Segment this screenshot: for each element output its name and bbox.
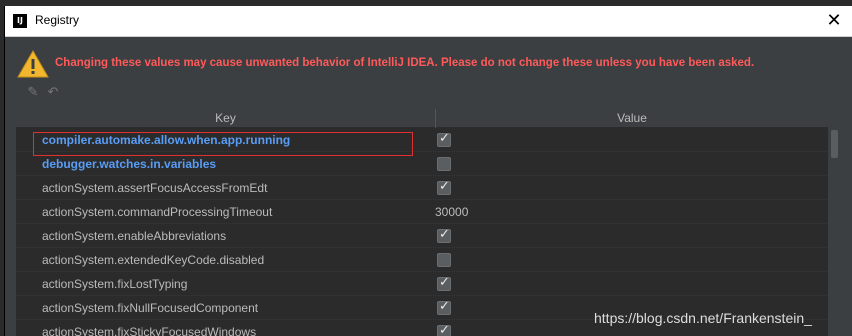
value-checkbox[interactable] — [437, 253, 451, 267]
close-button[interactable]: ✕ — [823, 9, 845, 33]
registry-dialog: IJ Registry ✕ Changing these values may … — [4, 6, 852, 336]
warning-text: Changing these values may cause unwanted… — [55, 57, 755, 69]
table-row[interactable]: debugger.watches.in.variables — [16, 152, 828, 176]
revert-icon[interactable]: ↶ — [45, 85, 61, 101]
value-checkbox[interactable] — [437, 227, 451, 243]
row-key: actionSystem.commandProcessingTimeout — [42, 205, 273, 219]
row-key: actionSystem.assertFocusAccessFromEdt — [42, 181, 268, 195]
column-header-value[interactable]: Value — [436, 109, 828, 128]
row-key: actionSystem.fixStickyFocusedWindows — [42, 325, 257, 336]
value-checkbox[interactable] — [437, 131, 451, 147]
table-row[interactable]: actionSystem.extendedKeyCode.disabled — [16, 248, 828, 272]
row-key: debugger.watches.in.variables — [42, 157, 217, 171]
intellij-app-icon: IJ — [13, 14, 27, 28]
warning-triangle-icon — [17, 50, 49, 78]
value-checkbox[interactable] — [437, 299, 451, 315]
value-checkbox[interactable] — [437, 157, 451, 171]
scrollbar-thumb[interactable] — [831, 130, 838, 158]
table-row[interactable]: actionSystem.fixLostTyping — [16, 272, 828, 296]
column-header-key[interactable]: Key — [16, 109, 436, 128]
value-checkbox[interactable] — [437, 323, 451, 336]
table-row[interactable]: actionSystem.enableAbbreviations — [16, 224, 828, 248]
row-key: actionSystem.fixLostTyping — [42, 277, 188, 291]
row-key: actionSystem.enableAbbreviations — [42, 229, 227, 243]
edit-icon[interactable]: ✎ — [25, 85, 41, 101]
table-row[interactable]: actionSystem.commandProcessingTimeout 300… — [16, 200, 828, 224]
watermark-text: https://blog.csdn.net/Frankenstein_ — [594, 310, 812, 326]
row-key: actionSystem.extendedKeyCode.disabled — [42, 253, 265, 267]
row-key: actionSystem.fixNullFocusedComponent — [42, 301, 259, 315]
table-body: compiler.automake.allow.when.app.running… — [16, 128, 828, 336]
value-checkbox[interactable] — [437, 179, 451, 195]
vertical-scrollbar[interactable] — [828, 109, 841, 336]
table-row[interactable]: compiler.automake.allow.when.app.running — [16, 128, 828, 152]
window-title: Registry — [35, 13, 80, 27]
value-checkbox[interactable] — [437, 275, 451, 291]
title-bar: IJ Registry ✕ — [5, 6, 852, 37]
table-row[interactable]: actionSystem.assertFocusAccessFromEdt — [16, 176, 828, 200]
registry-table: Key Value compiler.automake.allow.when.a… — [16, 109, 841, 336]
row-key: compiler.automake.allow.when.app.running — [42, 133, 291, 147]
value-text[interactable]: 30000 — [435, 205, 468, 219]
table-header: Key Value — [16, 109, 828, 128]
